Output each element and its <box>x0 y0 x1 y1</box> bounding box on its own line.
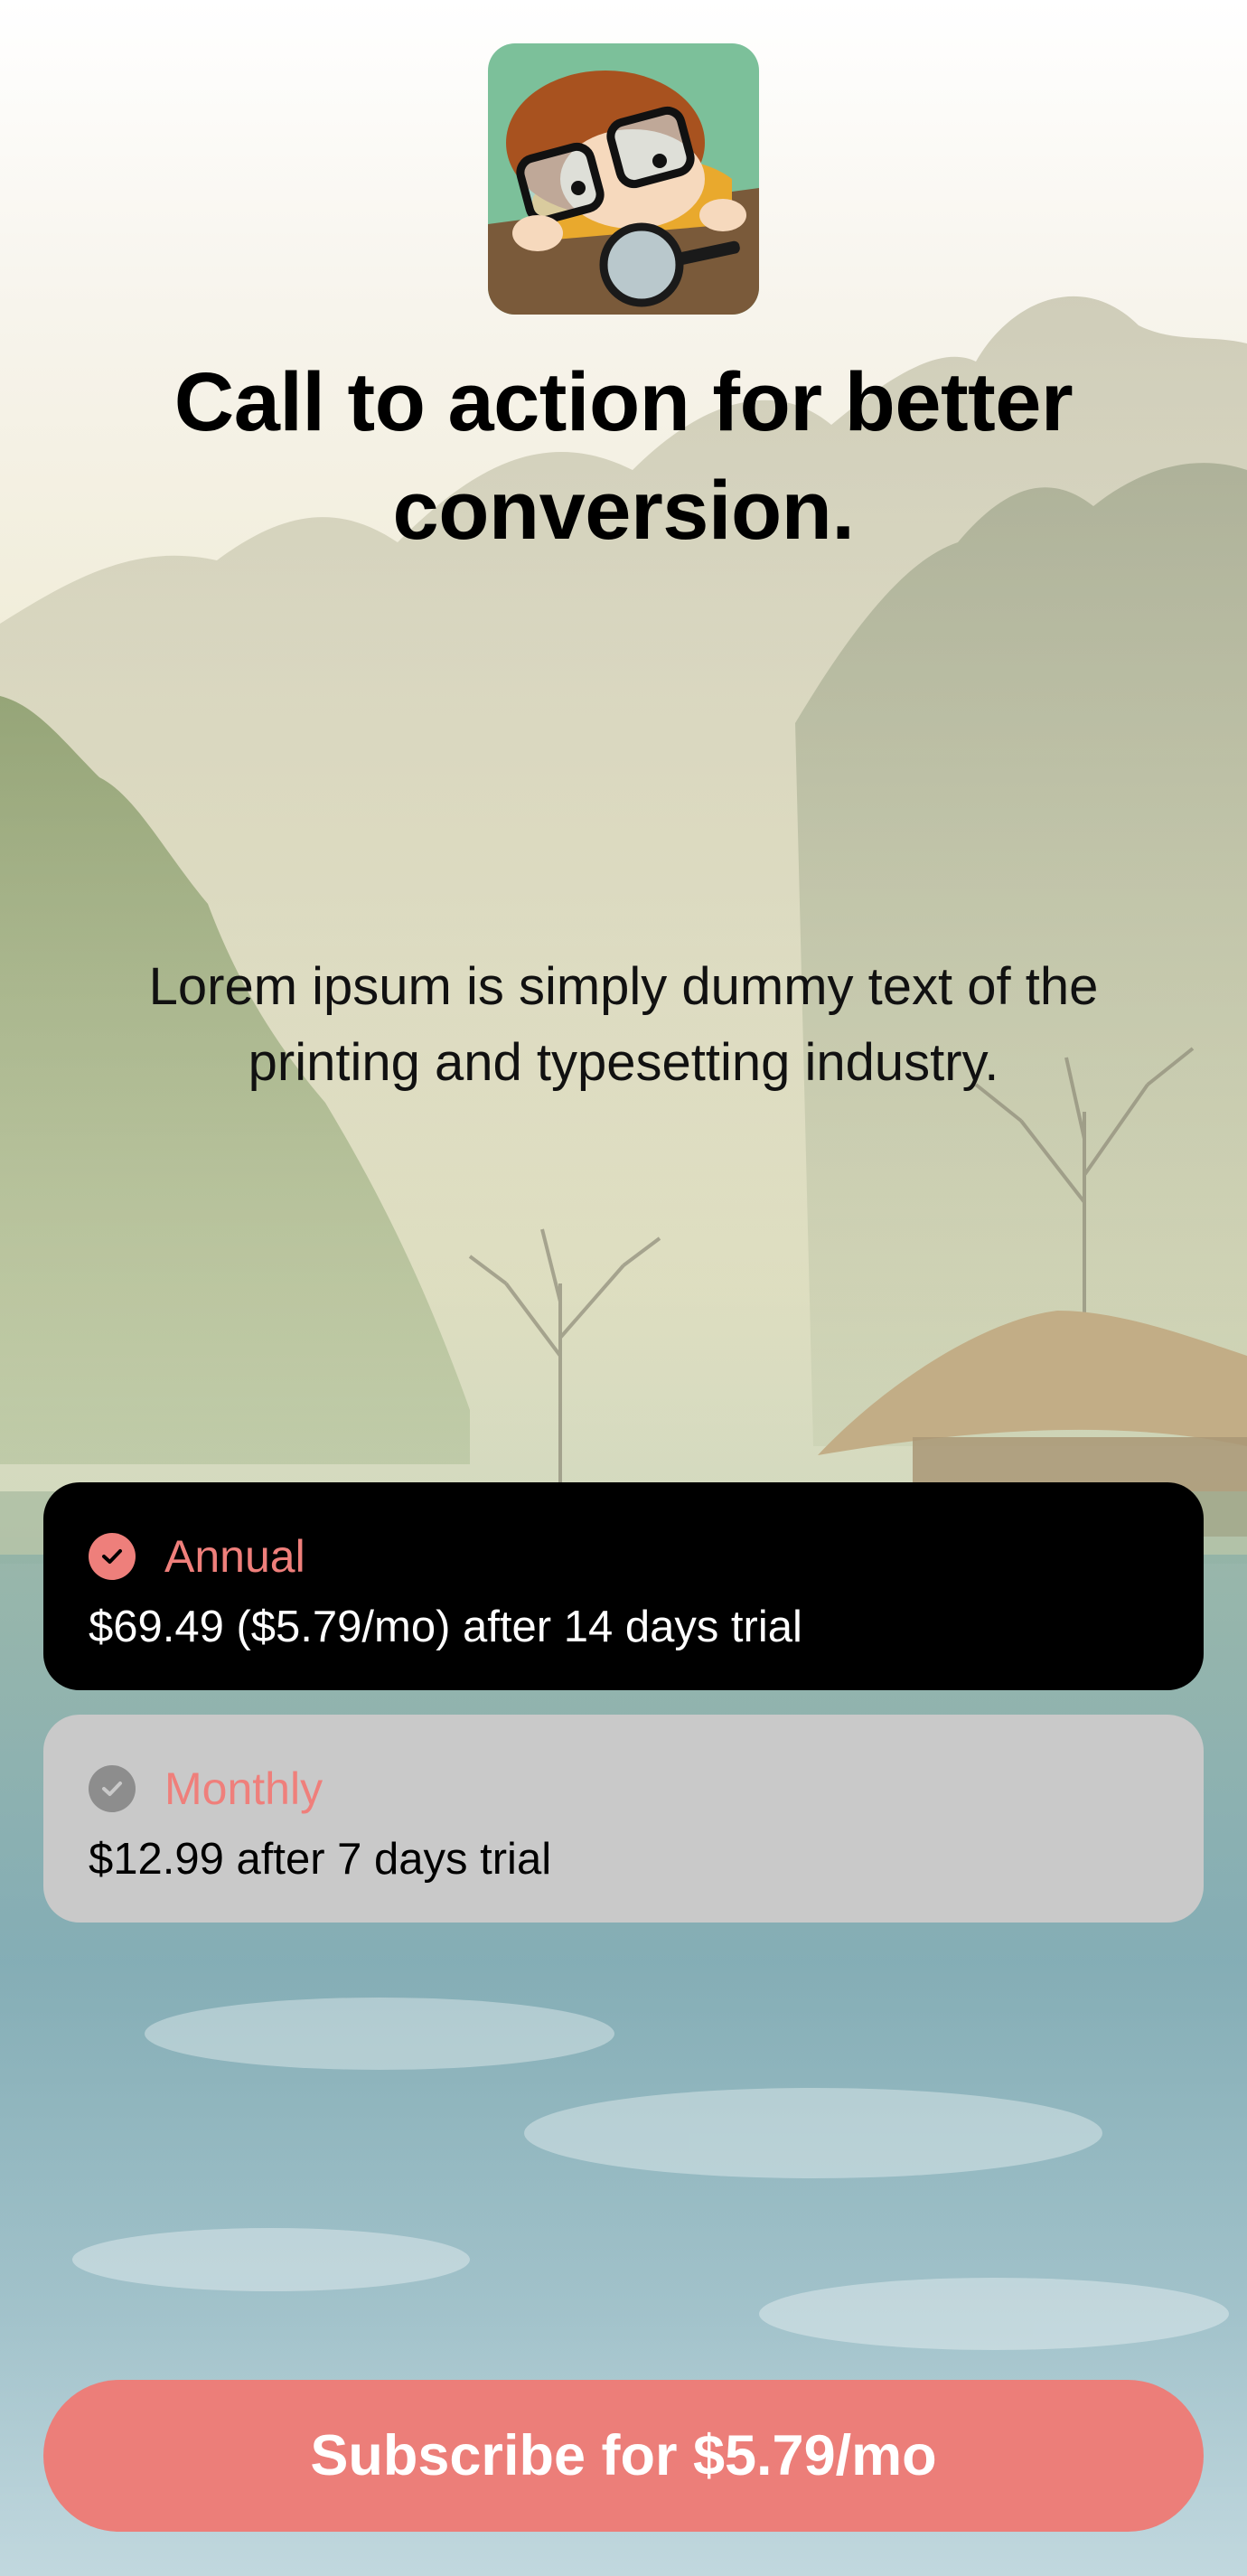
plan-price: $69.49 ($5.79/mo) after 14 days trial <box>89 1603 802 1651</box>
plan-price: $12.99 after 7 days trial <box>89 1835 552 1884</box>
plan-option-annual[interactable]: Annual $69.49 ($5.79/mo) after 14 days t… <box>43 1482 1204 1690</box>
app-icon <box>488 43 759 315</box>
checkmark-circle-icon <box>89 1765 136 1812</box>
subscribe-button[interactable]: Subscribe for $5.79/mo <box>43 2380 1204 2532</box>
subtitle: Lorem ipsum is simply dummy text of the … <box>148 957 1099 1092</box>
boy-with-glasses-magnifier-icon <box>488 43 759 315</box>
headline: Call to action for better conversion. <box>173 356 1074 557</box>
plan-name: Annual <box>164 1531 305 1582</box>
checkmark-circle-icon <box>89 1533 136 1580</box>
plan-name: Monthly <box>164 1763 323 1814</box>
plan-option-monthly[interactable]: Monthly $12.99 after 7 days trial <box>43 1715 1204 1923</box>
